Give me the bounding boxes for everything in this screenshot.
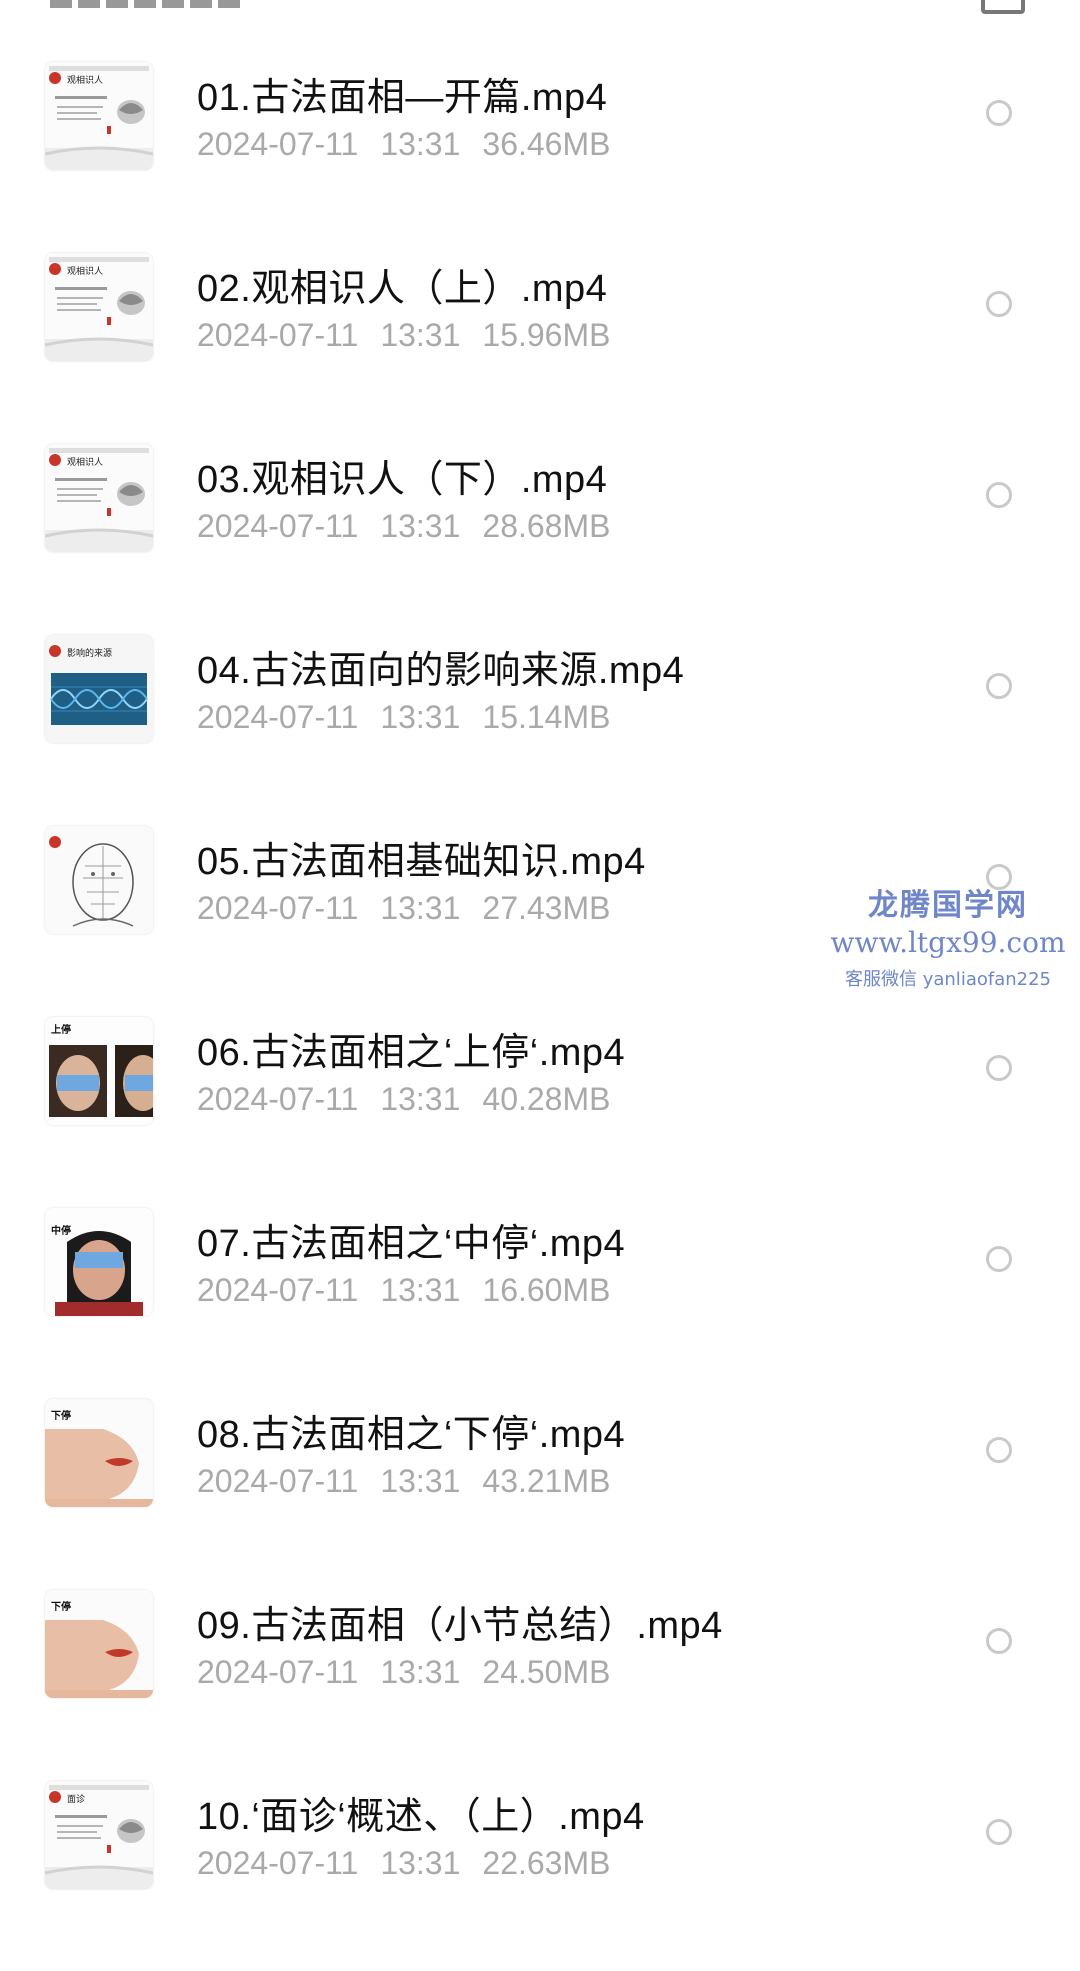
file-name: 10.‘面诊‘概述、（上）.mp4 (197, 1796, 645, 1838)
file-row[interactable]: 影响的来源 04.古法面向的影响来源.mp4 2024-07-11 13:31 15.1… (0, 635, 1080, 825)
radio-unchecked-icon[interactable] (986, 100, 1012, 126)
radio-unchecked-icon[interactable] (986, 673, 1012, 699)
file-time: 13:31 (380, 1463, 461, 1499)
file-name: 03.观相识人（下）.mp4 (197, 459, 608, 501)
svg-text:下停: 下停 (51, 1600, 71, 1613)
file-size: 15.14MB (482, 699, 611, 735)
radio-unchecked-icon[interactable] (986, 1628, 1012, 1654)
file-name: 06.古法面相之‘上停‘.mp4 (197, 1032, 626, 1074)
video-thumbnail-icon[interactable] (45, 826, 153, 934)
file-date: 2024-07-11 (197, 1654, 359, 1690)
file-time: 13:31 (380, 317, 461, 353)
file-date: 2024-07-11 (197, 508, 359, 544)
file-row[interactable]: 下停 09.古法面相（小节总结）.mp4 2024-07-11 13:31 24.50M… (0, 1590, 1080, 1780)
file-time: 13:31 (380, 1272, 461, 1308)
video-thumbnail-icon[interactable]: 观相识人 (45, 253, 153, 361)
video-thumbnail-icon[interactable]: 上停 (45, 1017, 153, 1125)
file-name: 07.古法面相之‘中停‘.mp4 (197, 1223, 626, 1265)
file-meta: 2024-07-11 13:31 15.96MB (197, 317, 632, 354)
video-thumbnail-icon[interactable]: 观相识人 (45, 62, 153, 170)
svg-text:上停: 上停 (51, 1023, 71, 1036)
radio-unchecked-icon[interactable] (986, 1246, 1012, 1272)
file-date: 2024-07-11 (197, 699, 359, 735)
file-name: 08.古法面相之‘下停‘.mp4 (197, 1414, 626, 1456)
file-size: 36.46MB (482, 126, 611, 162)
file-name: 05.古法面相基础知识.mp4 (197, 841, 646, 883)
file-row[interactable]: 下停 08.古法面相之‘下停‘.mp4 2024-07-11 13:31 43.21MB (0, 1399, 1080, 1589)
file-meta: 2024-07-11 13:31 16.60MB (197, 1272, 632, 1309)
video-thumbnail-icon[interactable]: 下停 (45, 1399, 153, 1507)
video-thumbnail-icon[interactable]: 观相识人 (45, 444, 153, 552)
file-row[interactable]: 中停 07.古法面相之‘中停‘.mp4 2024-07-11 13:31 16.60MB (0, 1208, 1080, 1398)
file-date: 2024-07-11 (197, 890, 359, 926)
file-time: 13:31 (380, 1081, 461, 1117)
file-name: 09.古法面相（小节总结）.mp4 (197, 1605, 723, 1647)
file-date: 2024-07-11 (197, 126, 359, 162)
file-name: 02.观相识人（上）.mp4 (197, 268, 608, 310)
svg-text:下停: 下停 (51, 1409, 71, 1422)
file-row[interactable]: 观相识人 03.观相识人（下）.mp4 2024-07-11 13:31 28.68MB (0, 444, 1080, 634)
file-date: 2024-07-11 (197, 1845, 359, 1881)
svg-text:中停: 中停 (51, 1224, 71, 1237)
file-time: 13:31 (380, 508, 461, 544)
watermark-url: www.ltgx99.com (830, 926, 1066, 959)
watermark: 龙腾国学网 www.ltgx99.com 客服微信 yanliaofan225 (828, 880, 1068, 991)
header-title-cutoff (50, 0, 240, 8)
file-date: 2024-07-11 (197, 1272, 359, 1308)
radio-unchecked-icon[interactable] (986, 1819, 1012, 1845)
top-bar-cutoff (0, 0, 1080, 20)
svg-text:影响的来源: 影响的来源 (67, 647, 112, 659)
file-date: 2024-07-11 (197, 317, 359, 353)
file-size: 16.60MB (482, 1272, 611, 1308)
file-row[interactable]: 观相识人 01.古法面相—开篇.mp4 2024-07-11 13:31 36.46MB (0, 62, 1080, 252)
file-size: 22.63MB (482, 1845, 611, 1881)
file-time: 13:31 (380, 699, 461, 735)
svg-text:观相识人: 观相识人 (67, 74, 103, 86)
file-meta: 2024-07-11 13:31 24.50MB (197, 1654, 632, 1691)
svg-text:观相识人: 观相识人 (67, 265, 103, 277)
file-meta: 2024-07-11 13:31 36.46MB (197, 126, 632, 163)
file-size: 27.43MB (482, 890, 611, 926)
radio-unchecked-icon[interactable] (986, 291, 1012, 317)
video-thumbnail-icon[interactable]: 面诊 (45, 1781, 153, 1889)
file-time: 13:31 (380, 126, 461, 162)
file-row[interactable]: 面诊 10.‘面诊‘概述、（上）.mp4 2024-07-11 13:31 22.63M… (0, 1781, 1080, 1971)
file-meta: 2024-07-11 13:31 22.63MB (197, 1845, 632, 1882)
video-thumbnail-icon[interactable]: 影响的来源 (45, 635, 153, 743)
video-thumbnail-icon[interactable]: 下停 (45, 1590, 153, 1698)
file-name: 01.古法面相—开篇.mp4 (197, 77, 608, 119)
video-thumbnail-icon[interactable]: 中停 (45, 1208, 153, 1316)
file-time: 13:31 (380, 1654, 461, 1690)
watermark-contact: 客服微信 yanliaofan225 (845, 969, 1051, 990)
file-size: 28.68MB (482, 508, 611, 544)
file-row[interactable]: 观相识人 02.观相识人（上）.mp4 2024-07-11 13:31 15.96MB (0, 253, 1080, 443)
file-row[interactable]: 上停 06.古法面相之‘上停‘.mp4 2024-07-11 13:31 40.28MB (0, 1017, 1080, 1207)
file-date: 2024-07-11 (197, 1081, 359, 1117)
radio-unchecked-icon[interactable] (986, 482, 1012, 508)
watermark-name: 龙腾国学网 (868, 888, 1028, 923)
file-meta: 2024-07-11 13:31 15.14MB (197, 699, 632, 736)
file-meta: 2024-07-11 13:31 27.43MB (197, 890, 632, 927)
file-meta: 2024-07-11 13:31 28.68MB (197, 508, 632, 545)
file-meta: 2024-07-11 13:31 43.21MB (197, 1463, 632, 1500)
svg-text:面诊: 面诊 (67, 1793, 85, 1805)
file-size: 43.21MB (482, 1463, 611, 1499)
file-date: 2024-07-11 (197, 1463, 359, 1499)
svg-text:观相识人: 观相识人 (67, 456, 103, 468)
file-name: 04.古法面向的影响来源.mp4 (197, 650, 685, 692)
file-size: 40.28MB (482, 1081, 611, 1117)
radio-unchecked-icon[interactable] (986, 1055, 1012, 1081)
file-time: 13:31 (380, 1845, 461, 1881)
file-size: 24.50MB (482, 1654, 611, 1690)
radio-unchecked-icon[interactable] (986, 1437, 1012, 1463)
file-size: 15.96MB (482, 317, 611, 353)
file-time: 13:31 (380, 890, 461, 926)
file-meta: 2024-07-11 13:31 40.28MB (197, 1081, 632, 1118)
grid-view-icon[interactable] (981, 0, 1025, 14)
